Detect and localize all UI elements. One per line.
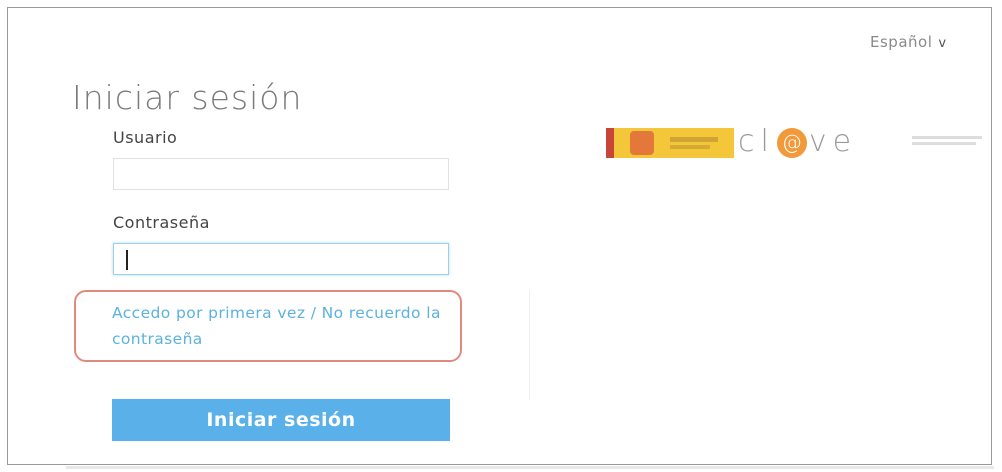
government-shield-icon: [606, 128, 734, 158]
password-label: Contraseña: [113, 213, 210, 232]
logo-tagline: [912, 136, 986, 150]
login-window: [7, 7, 992, 465]
username-input[interactable]: [113, 158, 449, 190]
login-button[interactable]: Iniciar sesión: [112, 399, 450, 441]
language-label: Español: [870, 33, 933, 51]
username-label: Usuario: [113, 128, 178, 147]
chevron-down-icon: v: [938, 36, 947, 51]
page-title: Iniciar sesión: [72, 78, 303, 117]
text-cursor: [126, 250, 128, 270]
forgot-password-link[interactable]: Accedo por primera vez / No recuerdo la …: [112, 300, 442, 352]
at-sign-icon: @: [776, 127, 807, 158]
language-selector[interactable]: Español v: [870, 33, 947, 51]
clave-logo: cl @ ve: [606, 124, 986, 162]
bottom-divider: [66, 466, 994, 469]
column-divider: [529, 290, 530, 400]
clave-wordmark: cl @ ve: [738, 124, 858, 159]
coat-of-arms-icon: [630, 131, 654, 155]
password-input[interactable]: [113, 243, 449, 275]
